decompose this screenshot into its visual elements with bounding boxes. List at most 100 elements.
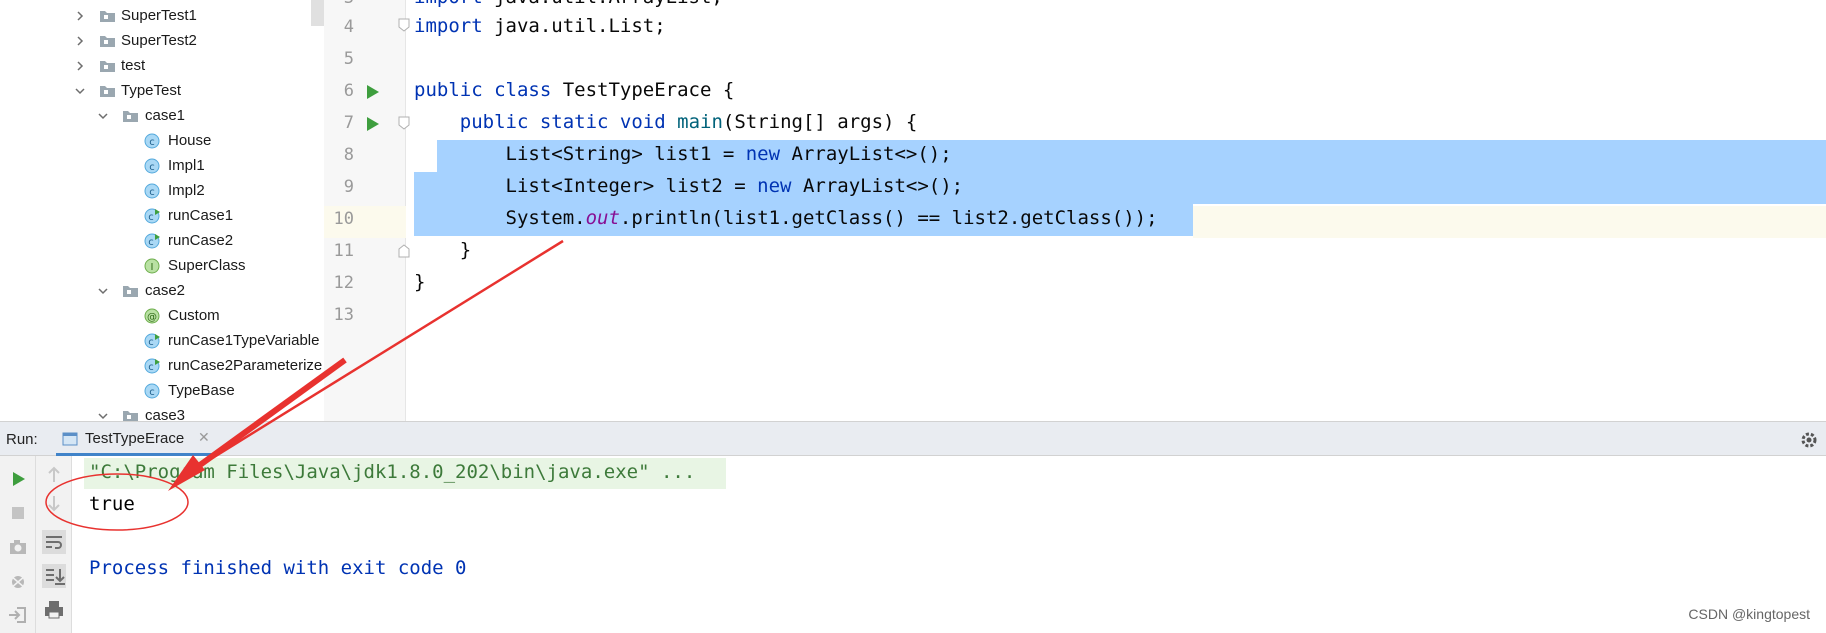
tree-item-label: Impl2 xyxy=(168,182,205,199)
tree-item-label: Custom xyxy=(168,307,220,324)
gear-icon[interactable] xyxy=(1800,431,1818,449)
svg-text:I: I xyxy=(151,262,154,273)
run-gutter-icon[interactable] xyxy=(366,84,380,100)
tree-item-label: SuperTest2 xyxy=(121,32,197,49)
tree-item-house[interactable]: c House xyxy=(0,129,324,154)
folder-icon xyxy=(100,36,115,47)
package-icon xyxy=(123,111,138,122)
tree-item-label: TypeBase xyxy=(168,382,235,399)
tree-item-case3[interactable]: case3 xyxy=(0,404,324,421)
tree-item-runcase1[interactable]: c runCase1 xyxy=(0,204,324,229)
run-toolbar xyxy=(0,456,36,633)
chevron-down-icon[interactable] xyxy=(97,410,109,421)
code-line-6[interactable]: public class TestTypeErace { xyxy=(414,79,734,101)
chevron-right-icon[interactable] xyxy=(74,10,86,22)
tree-item-custom[interactable]: @ Custom xyxy=(0,304,324,329)
folder-icon xyxy=(100,11,115,22)
svg-text:@: @ xyxy=(147,312,157,323)
soft-wrap-icon[interactable] xyxy=(41,529,67,555)
line-number: 3 xyxy=(324,0,354,8)
code-line-4[interactable]: import java.util.List; xyxy=(414,15,666,37)
fold-marker-icon[interactable] xyxy=(398,244,410,258)
line-number: 9 xyxy=(343,177,354,197)
project-tree: SuperTest1 SuperTest2 test TypeTest case… xyxy=(0,0,324,421)
class-icon: c xyxy=(144,133,160,149)
run-tab-label: TestTypeErace xyxy=(85,430,185,447)
chevron-right-icon[interactable] xyxy=(74,35,86,47)
runnable-class-icon: c xyxy=(144,208,160,224)
tree-item-label: runCase2 xyxy=(168,232,234,249)
code-line-12[interactable]: } xyxy=(414,271,425,293)
class-icon: c xyxy=(144,158,160,174)
svg-text:c: c xyxy=(149,387,155,398)
tree-item-test[interactable]: test xyxy=(0,54,324,79)
tree-item-supertest1[interactable]: SuperTest1 xyxy=(0,4,324,29)
watermark: CSDN @kingtopest xyxy=(1688,606,1810,622)
tree-item-case1[interactable]: case1 xyxy=(0,104,324,129)
line-number: 10 xyxy=(333,209,354,229)
svg-text:c: c xyxy=(149,137,155,148)
code-line-3[interactable]: import java.util.ArrayList; xyxy=(414,0,723,8)
debug-settings-icon[interactable] xyxy=(5,568,31,594)
tree-item-label: TypeTest xyxy=(121,82,182,99)
line-number: 4 xyxy=(343,17,354,37)
tree-item-supertest2[interactable]: SuperTest2 xyxy=(0,29,324,54)
code-line-8[interactable]: List<String> list1 = new ArrayList<>(); xyxy=(414,143,952,165)
line-number: 12 xyxy=(333,273,354,293)
tree-item-superclass[interactable]: I SuperClass xyxy=(0,254,324,279)
tree-item-label: runCase2Parameterize xyxy=(168,357,323,374)
console-icon xyxy=(62,432,78,446)
tree-item-runcase1typevariable[interactable]: c runCase1TypeVariable xyxy=(0,329,324,354)
svg-text:c: c xyxy=(149,187,155,198)
tree-item-typebase[interactable]: c TypeBase xyxy=(0,379,324,404)
tree-item-label: runCase1TypeVariable xyxy=(168,332,320,349)
tree-item-label: case1 xyxy=(145,107,186,124)
package-icon xyxy=(123,411,138,421)
tree-item-label: case3 xyxy=(145,407,186,421)
chevron-down-icon[interactable] xyxy=(74,85,86,97)
stop-icon[interactable] xyxy=(5,500,31,526)
tree-item-typetest[interactable]: TypeTest xyxy=(0,79,324,104)
tree-item-case2[interactable]: case2 xyxy=(0,279,324,304)
fold-marker-icon[interactable] xyxy=(398,18,410,32)
svg-text:c: c xyxy=(148,362,154,373)
console-toolbar xyxy=(36,456,72,633)
code-line-7[interactable]: public static void main(String[] args) { xyxy=(414,111,918,133)
current-line-highlight xyxy=(1193,206,1826,238)
run-toolwindow-header: Run: TestTypeErace ✕ xyxy=(0,421,1826,456)
close-icon[interactable]: ✕ xyxy=(198,430,210,446)
run-label: Run: xyxy=(6,431,38,448)
arrow-up-icon[interactable] xyxy=(41,462,67,488)
run-tab[interactable]: TestTypeErace ✕ xyxy=(56,422,216,456)
class-icon: c xyxy=(144,383,160,399)
scroll-to-end-icon[interactable] xyxy=(41,563,67,589)
console-exit-message: Process finished with exit code 0 xyxy=(89,557,467,579)
line-number: 11 xyxy=(333,241,354,261)
tree-item-label: runCase1 xyxy=(168,207,234,224)
line-number: 8 xyxy=(343,145,354,165)
rerun-icon[interactable] xyxy=(5,466,31,492)
arrow-down-icon[interactable] xyxy=(41,490,67,516)
code-line-11[interactable]: } xyxy=(414,239,471,261)
code-line-9[interactable]: List<Integer> list2 = new ArrayList<>(); xyxy=(414,175,964,197)
chevron-down-icon[interactable] xyxy=(97,285,109,297)
folder-icon xyxy=(100,86,115,97)
tree-item-label: Impl1 xyxy=(168,157,205,174)
run-gutter-icon[interactable] xyxy=(366,116,380,132)
runnable-class-icon: c xyxy=(144,233,160,249)
chevron-right-icon[interactable] xyxy=(74,60,86,72)
chevron-down-icon[interactable] xyxy=(97,110,109,122)
fold-marker-icon[interactable] xyxy=(398,116,410,130)
code-line-10[interactable]: System.out.println(list1.getClass() == l… xyxy=(414,207,1158,229)
tree-item-impl1[interactable]: c Impl1 xyxy=(0,154,324,179)
tree-item-runcase2parameterize[interactable]: c runCase2Parameterize xyxy=(0,354,324,379)
svg-text:c: c xyxy=(148,337,154,348)
tree-item-label: test xyxy=(121,57,146,74)
tree-item-impl2[interactable]: c Impl2 xyxy=(0,179,324,204)
tree-item-label: SuperTest1 xyxy=(121,7,197,24)
folder-icon xyxy=(100,61,115,72)
print-icon[interactable] xyxy=(41,597,67,623)
exit-icon[interactable] xyxy=(5,602,31,628)
tree-item-runcase2[interactable]: c runCase2 xyxy=(0,229,324,254)
camera-icon[interactable] xyxy=(5,534,31,560)
